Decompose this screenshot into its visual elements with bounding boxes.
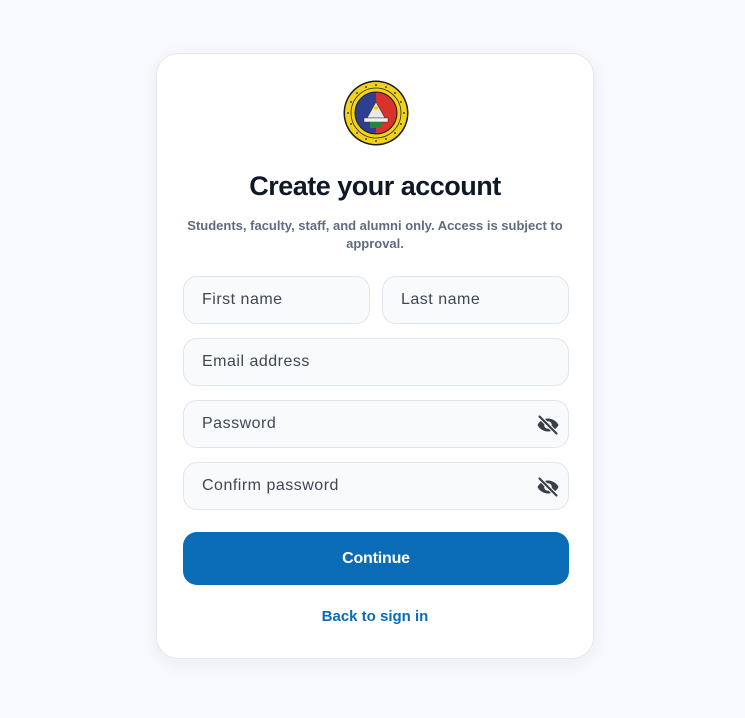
back-to-sign-in-link[interactable]: Back to sign in [157,608,593,625]
email-field [183,338,569,386]
confirm-password-input[interactable] [184,463,568,509]
continue-button[interactable]: Continue [183,532,569,585]
page-subtitle: Students, faculty, staff, and alumni onl… [187,218,563,251]
eye-off-icon[interactable] [535,474,561,500]
last-name-field [382,276,569,324]
university-seal-logo [343,80,409,146]
last-name-input[interactable] [383,277,568,323]
password-input[interactable] [184,401,568,447]
eye-off-icon[interactable] [535,412,561,438]
confirm-password-field [183,462,569,510]
first-name-input[interactable] [184,277,369,323]
email-input[interactable] [184,339,568,385]
password-field [183,400,569,448]
signup-card: Create your account Students, faculty, s… [156,53,594,659]
page-title: Create your account [249,171,501,201]
first-name-field [183,276,370,324]
